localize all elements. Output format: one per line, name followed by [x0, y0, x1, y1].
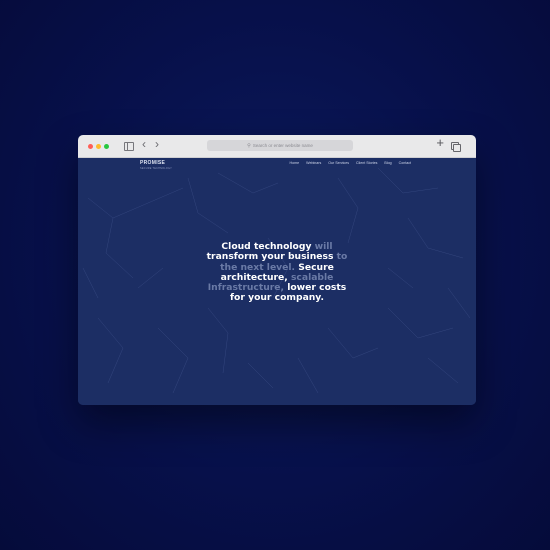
browser-window: ‹ › ⚲ Search or enter website name + PRO… — [78, 135, 476, 405]
close-window-button[interactable] — [88, 144, 93, 149]
logo-tagline: SECURE TECHNOLOGY — [140, 167, 172, 170]
browser-toolbar: ‹ › ⚲ Search or enter website name + — [78, 135, 476, 158]
nav-item-our-services[interactable]: Our Services — [328, 161, 349, 165]
logo-text: PROMISE — [140, 160, 166, 166]
address-bar[interactable]: ⚲ Search or enter website name — [207, 140, 353, 151]
site-nav: Home Webinars Our Services Client Storie… — [290, 161, 411, 165]
hero-line: for your company. — [78, 293, 476, 303]
nav-item-contact[interactable]: Contact — [399, 161, 411, 165]
nav-item-webinars[interactable]: Webinars — [306, 161, 321, 165]
address-placeholder: Search or enter website name — [252, 143, 313, 148]
nav-item-home[interactable]: Home — [290, 161, 300, 165]
nav-item-blog[interactable]: Blog — [384, 161, 391, 165]
hero-text: for your company. — [230, 292, 324, 304]
webpage: PROMISE SECURE TECHNOLOGY Home Webinars … — [78, 158, 476, 405]
minimize-window-button[interactable] — [96, 144, 101, 149]
hero-text-dim: to — [333, 251, 348, 263]
tab-overview-icon[interactable] — [451, 142, 461, 152]
back-arrow-icon[interactable]: ‹ — [142, 138, 146, 150]
hero-headline: Cloud technology will transform your bus… — [78, 241, 476, 304]
new-tab-icon[interactable]: + — [436, 136, 444, 149]
forward-arrow-icon[interactable]: › — [155, 138, 159, 150]
zoom-window-button[interactable] — [104, 144, 109, 149]
search-icon: ⚲ — [247, 142, 251, 149]
sidebar-toggle-icon[interactable] — [124, 142, 134, 151]
site-logo[interactable]: PROMISE SECURE TECHNOLOGY — [140, 160, 172, 170]
nav-item-client-stories[interactable]: Client Stories — [356, 161, 377, 165]
